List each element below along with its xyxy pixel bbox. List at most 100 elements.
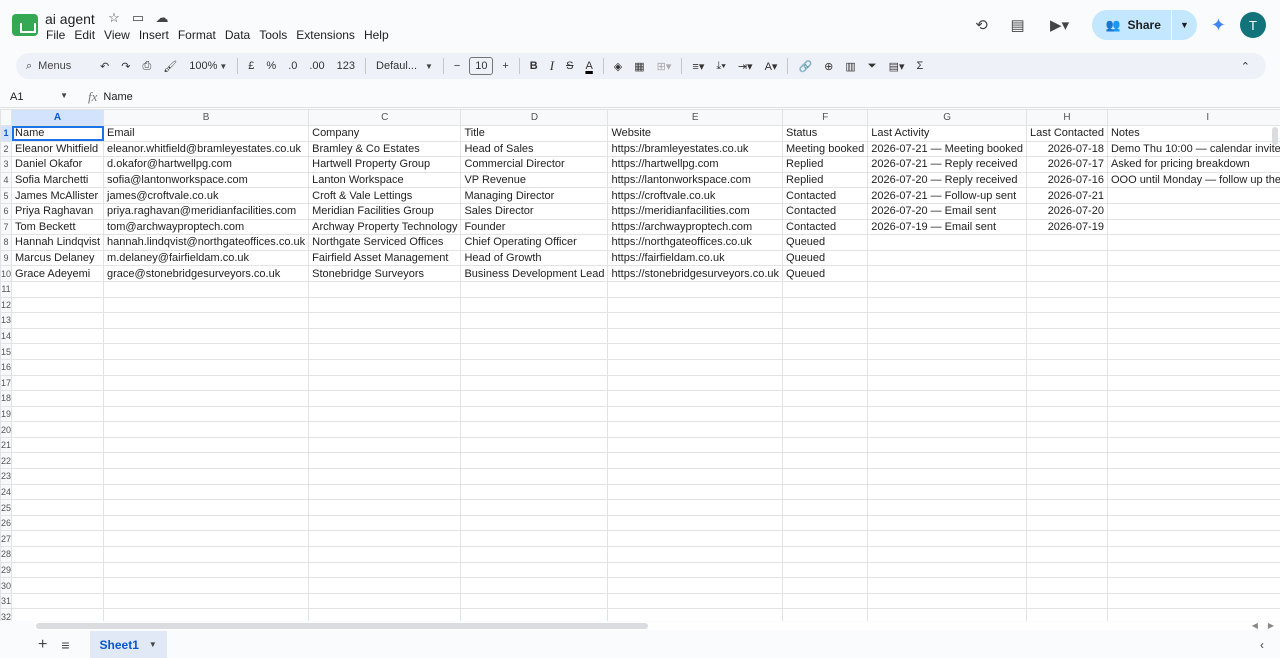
text-rotation-icon[interactable]: A▾: [759, 53, 784, 79]
cell[interactable]: [1106, 468, 1280, 485]
cell[interactable]: [11, 577, 105, 594]
cell[interactable]: [782, 608, 869, 621]
cell[interactable]: [308, 374, 462, 392]
column-header-d[interactable]: D: [460, 109, 609, 126]
text-wrapping-icon[interactable]: ⇥▾: [732, 53, 759, 79]
cell[interactable]: [11, 327, 105, 345]
collapse-toolbar-icon[interactable]: ⌃: [1235, 53, 1256, 79]
cell[interactable]: [103, 390, 310, 407]
cell[interactable]: Head of Growth: [460, 249, 609, 267]
cell[interactable]: [308, 327, 462, 345]
cell[interactable]: [1025, 499, 1108, 516]
cell[interactable]: [1106, 561, 1280, 579]
row-header[interactable]: 22: [0, 452, 13, 470]
cell[interactable]: [1025, 343, 1108, 360]
menu-help[interactable]: Help: [364, 28, 389, 42]
cell[interactable]: [103, 514, 310, 532]
cell[interactable]: [782, 452, 869, 470]
cell[interactable]: [867, 312, 1027, 329]
comments-icon[interactable]: ▤: [1006, 13, 1030, 37]
cell[interactable]: priya.raghavan@meridianfacilities.com: [103, 202, 310, 220]
cell[interactable]: Queued: [782, 249, 869, 267]
cell[interactable]: [103, 483, 310, 501]
cell[interactable]: [1106, 249, 1280, 267]
cell[interactable]: [1106, 312, 1280, 329]
row-header[interactable]: 3: [0, 156, 13, 173]
percent-format-button[interactable]: %: [260, 53, 282, 79]
cell[interactable]: Meeting booked: [782, 140, 869, 158]
increase-decimal-button[interactable]: .00: [303, 53, 330, 79]
cell[interactable]: [607, 468, 784, 485]
document-title[interactable]: ai agent: [45, 11, 95, 27]
insert-link-icon[interactable]: 🔗: [792, 53, 818, 79]
borders-icon[interactable]: ▦: [628, 53, 650, 79]
row-header[interactable]: 9: [0, 249, 13, 267]
cell[interactable]: [460, 499, 609, 516]
cell[interactable]: [1025, 327, 1108, 345]
cell[interactable]: https://meridianfacilities.com: [607, 202, 784, 220]
cell[interactable]: [308, 343, 462, 360]
cell[interactable]: [1025, 405, 1108, 423]
cell[interactable]: [782, 514, 869, 532]
cell[interactable]: [11, 561, 105, 579]
cell[interactable]: [782, 436, 869, 454]
row-header[interactable]: 4: [0, 171, 13, 189]
cell[interactable]: [308, 452, 462, 470]
cell[interactable]: [867, 561, 1027, 579]
cell[interactable]: [1106, 202, 1280, 220]
cell[interactable]: [308, 608, 462, 621]
select-all-corner[interactable]: [0, 109, 13, 126]
cell[interactable]: [607, 561, 784, 579]
row-header[interactable]: 24: [0, 483, 13, 501]
cell[interactable]: [607, 421, 784, 438]
cell[interactable]: Queued: [782, 265, 869, 282]
cell[interactable]: m.delaney@fairfieldam.co.uk: [103, 249, 310, 267]
cell[interactable]: [103, 608, 310, 621]
row-header[interactable]: 18: [0, 390, 13, 407]
cell[interactable]: [460, 343, 609, 360]
cell[interactable]: Email: [103, 125, 310, 142]
menu-tools[interactable]: Tools: [259, 28, 287, 42]
cell[interactable]: [782, 421, 869, 438]
cell[interactable]: [1025, 421, 1108, 438]
cell[interactable]: Daniel Okafor: [11, 156, 105, 173]
decrease-font-size-button[interactable]: −: [448, 53, 466, 79]
menu-format[interactable]: Format: [178, 28, 216, 42]
cell[interactable]: Head of Sales: [460, 140, 609, 158]
text-color-button[interactable]: A: [579, 53, 598, 79]
cell[interactable]: [1106, 405, 1280, 423]
currency-format-button[interactable]: £: [242, 53, 260, 79]
cell[interactable]: [1025, 452, 1108, 470]
cell[interactable]: [782, 358, 869, 376]
cell[interactable]: Meridian Facilities Group: [308, 202, 462, 220]
row-header[interactable]: 27: [0, 530, 13, 548]
cell[interactable]: [460, 390, 609, 407]
cell[interactable]: [867, 483, 1027, 501]
cell[interactable]: Eleanor Whitfield: [11, 140, 105, 158]
cell[interactable]: [1106, 343, 1280, 360]
cell[interactable]: 2026-07-19 — Email sent: [867, 218, 1027, 236]
cell[interactable]: https://fairfieldam.co.uk: [607, 249, 784, 267]
cell[interactable]: [1025, 312, 1108, 329]
cell[interactable]: 2026-07-20: [1025, 202, 1108, 220]
row-header[interactable]: 8: [0, 234, 13, 251]
cell[interactable]: [1106, 296, 1280, 314]
cell[interactable]: Contacted: [782, 187, 869, 204]
cell[interactable]: Last Activity: [867, 125, 1027, 142]
cell[interactable]: [1025, 249, 1108, 267]
cell[interactable]: [103, 561, 310, 579]
cell[interactable]: [308, 546, 462, 563]
cell[interactable]: [867, 390, 1027, 407]
cell[interactable]: [103, 499, 310, 516]
row-header[interactable]: 17: [0, 374, 13, 392]
cell[interactable]: [308, 436, 462, 454]
cell[interactable]: 2026-07-21 — Reply received: [867, 156, 1027, 173]
cell[interactable]: [11, 483, 105, 501]
explore-collapse-icon[interactable]: ‹: [1260, 638, 1264, 652]
strikethrough-button[interactable]: S: [560, 53, 579, 79]
cell[interactable]: [867, 499, 1027, 516]
cell[interactable]: Croft & Vale Lettings: [308, 187, 462, 204]
cell[interactable]: [607, 530, 784, 548]
cell[interactable]: 2026-07-17: [1025, 156, 1108, 173]
column-header-h[interactable]: H: [1025, 109, 1108, 126]
